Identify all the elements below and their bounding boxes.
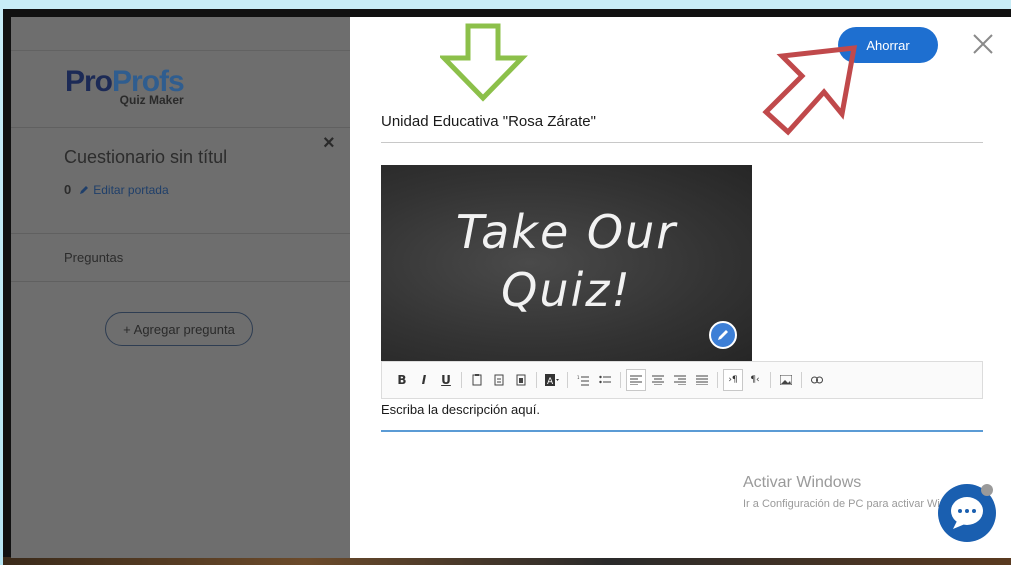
bullet-list-icon[interactable] [595,369,615,391]
question-count: 0 [64,182,72,197]
underline-button[interactable]: U [436,369,456,391]
quiz-title[interactable]: Cuestionario sin títul [64,147,227,168]
divider [11,233,350,234]
questions-heading: Preguntas [64,250,124,265]
description-field[interactable]: Escriba la descripción aquí. [381,400,983,432]
cover-image: Take Our Quiz! [381,165,752,361]
sidebar-topbar [11,17,350,51]
bold-label: B [397,373,407,387]
rich-text-toolbar: B I U A 1 ›¶ ¶‹ [381,361,983,399]
svg-text:1: 1 [577,375,580,380]
logo-pro-text: Pro [65,65,113,98]
link-icon[interactable] [807,369,827,391]
add-question-button[interactable]: + Agregar pregunta [105,312,253,346]
pencil-icon [718,330,728,340]
paste-icon[interactable] [467,369,487,391]
toolbar-divider [536,372,537,388]
svg-text:A: A [547,377,554,386]
edit-image-button[interactable] [709,321,737,349]
align-justify-icon[interactable] [692,369,712,391]
chat-icon [951,497,983,529]
school-name-field[interactable]: Unidad Educativa "Rosa Zárate" [381,107,983,143]
proprofs-logo[interactable]: ProProfs Quiz Maker [65,65,185,108]
arrow-down-annotation [440,23,528,102]
italic-button[interactable]: I [414,369,434,391]
taskbar-strip [3,557,1011,565]
arrow-pointer-annotation [762,45,858,136]
toolbar-divider [717,372,718,388]
text-color-icon[interactable]: A [542,369,562,391]
quiz-sidebar: ProProfs Quiz Maker × Cuestionario sin t… [11,17,350,558]
rtl-icon[interactable]: ¶‹ [745,369,765,391]
sidebar-close-button[interactable]: × [323,132,335,155]
toolbar-divider [620,372,621,388]
paste-text-icon[interactable] [489,369,509,391]
toolbar-divider [801,372,802,388]
pencil-icon [80,185,89,194]
cover-image-text: Take Our Quiz! [381,203,752,319]
numbered-list-icon[interactable]: 1 [573,369,593,391]
italic-label: I [421,373,427,387]
ltr-icon[interactable]: ›¶ [723,369,743,391]
quiz-meta: 0 Editar portada [64,182,169,197]
divider [11,127,350,128]
align-center-icon[interactable] [648,369,668,391]
close-icon[interactable] [968,29,998,59]
toolbar-divider [461,372,462,388]
edit-cover-label: Editar portada [93,182,169,197]
paste-word-icon[interactable] [511,369,531,391]
align-left-icon[interactable] [626,369,646,391]
cover-text: Take Our Quiz! [455,205,678,317]
image-icon[interactable] [776,369,796,391]
toolbar-divider [567,372,568,388]
toolbar-divider [770,372,771,388]
chat-status-dot [981,484,993,496]
divider [11,281,350,282]
underline-label: U [441,373,451,387]
edit-cover-link[interactable]: Editar portada [79,182,169,197]
activate-title: Activar Windows [743,474,862,491]
bold-button[interactable]: B [392,369,412,391]
align-right-icon[interactable] [670,369,690,391]
